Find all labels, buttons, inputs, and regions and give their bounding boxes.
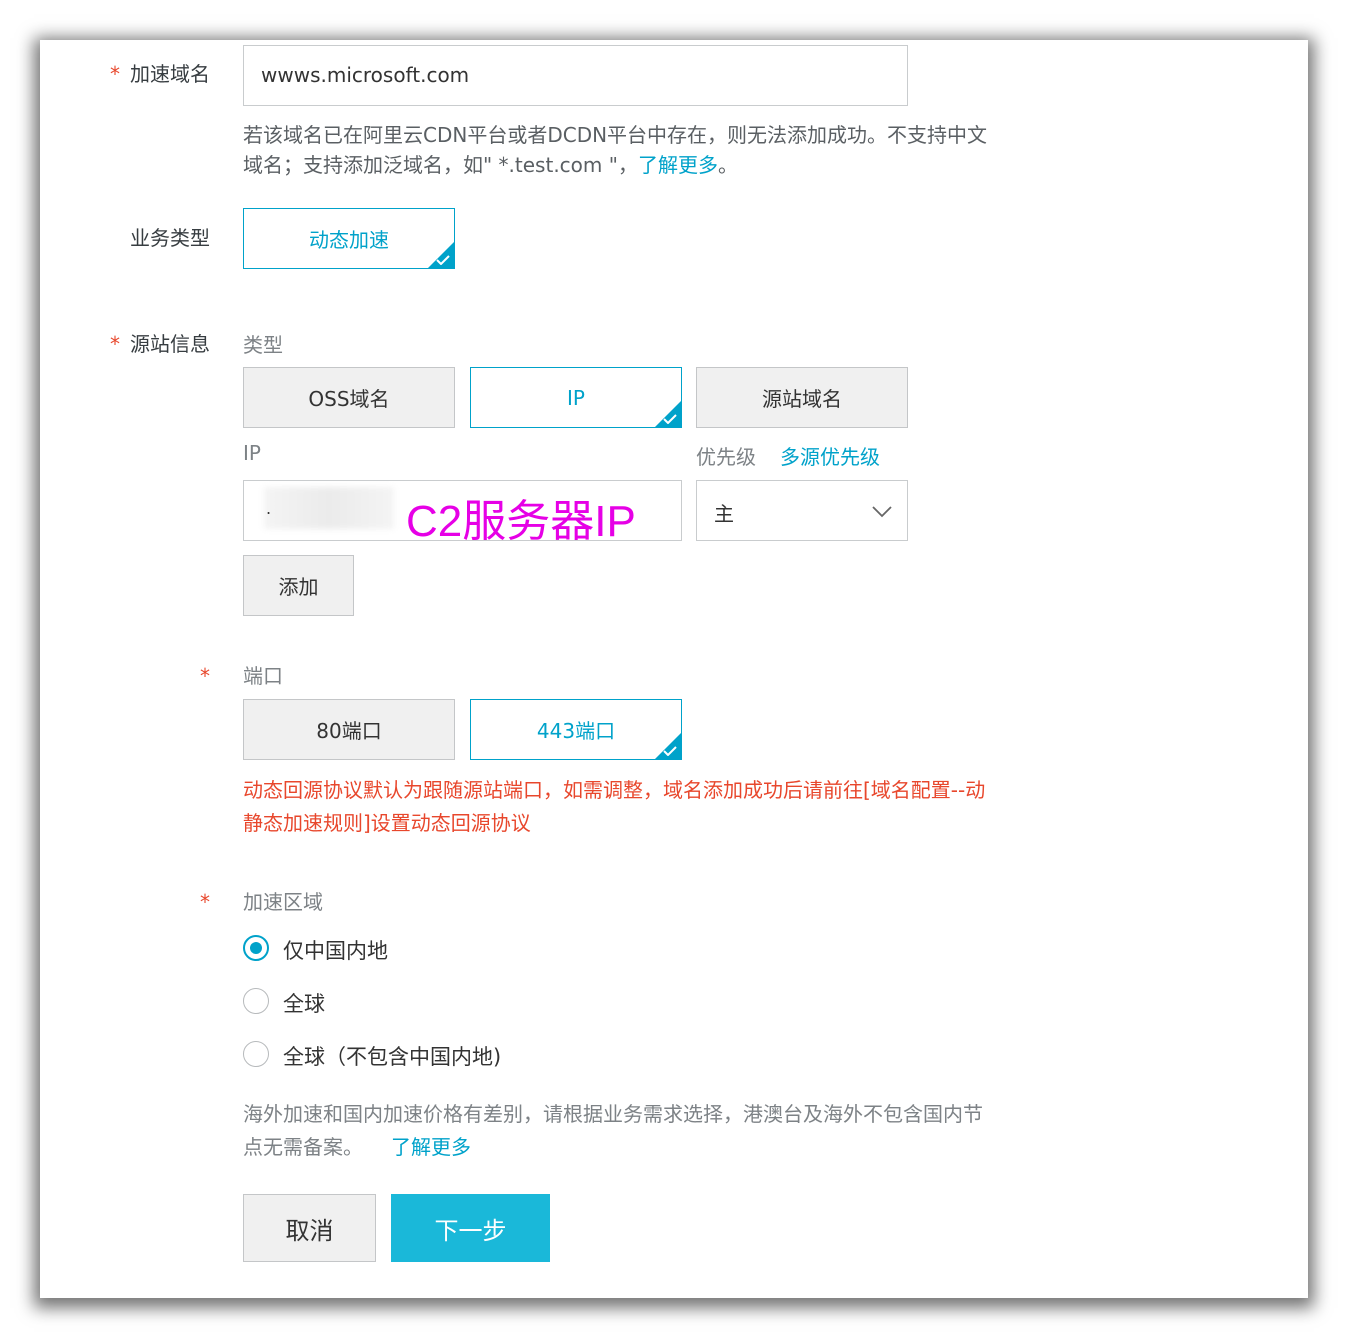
origin-type-label: 类型 xyxy=(243,333,283,357)
c2-annotation: C2服务器IP xyxy=(406,497,636,546)
ip-label: IP xyxy=(243,441,261,465)
business-type-option-label: 动态加速 xyxy=(309,228,389,252)
check-icon xyxy=(663,414,677,424)
multi-origin-priority-link[interactable]: 多源优先级 xyxy=(780,441,880,470)
port-80-label: 80端口 xyxy=(316,719,382,743)
domain-input[interactable]: wwws.microsoft.com xyxy=(243,45,908,106)
region-help-text: 点无需备案。 xyxy=(243,1135,363,1159)
region-label: 加速区域 xyxy=(243,890,323,914)
region-help-line2: 点无需备案。 了解更多 xyxy=(243,1131,1103,1164)
domain-help-line1: 若该域名已在阿里云CDN平台或者DCDN平台中存在，则无法添加成功。不支持中文 xyxy=(243,123,988,147)
domain-help-suffix: 。 xyxy=(717,153,738,177)
priority-label: 优先级 xyxy=(696,445,756,469)
required-mark: * xyxy=(110,62,120,86)
domain-help-text: 域名；支持添加泛域名，如" *.test.com "， xyxy=(243,153,638,177)
ip-input[interactable]: . C2服务器IP xyxy=(243,480,682,546)
radio-china-mainland-label: 仅中国内地 xyxy=(283,939,388,963)
radio-global-excluding-china[interactable] xyxy=(243,1041,269,1067)
cancel-button[interactable]: 取消 xyxy=(243,1194,376,1262)
priority-select[interactable]: 主 xyxy=(696,480,908,541)
business-type-dynamic[interactable]: 动态加速 xyxy=(243,208,455,269)
origin-type-ip-label: IP xyxy=(567,385,585,410)
port-warning-line2: 静态加速规则]设置动态回源协议 xyxy=(243,811,531,835)
business-type-label: 业务类型 xyxy=(130,226,210,250)
required-mark: * xyxy=(110,332,120,356)
add-origin-button[interactable]: 添加 xyxy=(243,555,354,616)
origin-type-domain[interactable]: 源站域名 xyxy=(696,367,908,428)
port-443-label: 443端口 xyxy=(536,719,616,743)
next-step-button-label: 下一步 xyxy=(434,1216,507,1245)
port-label: 端口 xyxy=(243,664,283,688)
add-button-label: 添加 xyxy=(278,575,319,599)
port-443[interactable]: 443端口 xyxy=(470,699,682,760)
required-mark: * xyxy=(200,890,210,914)
learn-more-link[interactable]: 了解更多 xyxy=(638,153,718,177)
origin-type-domain-label: 源站域名 xyxy=(762,387,842,411)
redacted-ip xyxy=(264,487,394,529)
origin-type-ip[interactable]: IP xyxy=(470,367,682,428)
port-warning: 动态回源协议默认为跟随源站端口，如需调整，域名添加成功后请前往[域名配置--动 … xyxy=(243,774,1103,840)
domain-help: 若该域名已在阿里云CDN平台或者DCDN平台中存在，则无法添加成功。不支持中文 … xyxy=(243,120,1103,180)
domain-label: 加速域名 xyxy=(130,62,210,86)
region-learn-more-link[interactable]: 了解更多 xyxy=(391,1135,471,1159)
form-panel: * 加速域名 wwws.microsoft.com 若该域名已在阿里云CDN平台… xyxy=(40,40,1308,1298)
radio-global-label: 全球 xyxy=(283,992,325,1016)
radio-global-excluding-china-label: 全球（不包含中国内地) xyxy=(283,1045,502,1069)
radio-global[interactable] xyxy=(243,988,269,1014)
cancel-button-label: 取消 xyxy=(285,1216,334,1245)
ip-value: . xyxy=(266,499,272,518)
origin-label: 源站信息 xyxy=(130,332,210,356)
priority-value: 主 xyxy=(714,502,734,526)
origin-type-oss[interactable]: OSS域名 xyxy=(243,367,455,428)
region-help-line1: 海外加速和国内加速价格有差别，请根据业务需求选择，港澳台及海外不包含国内节 xyxy=(243,1102,983,1126)
next-step-button[interactable]: 下一步 xyxy=(391,1194,550,1262)
required-mark: * xyxy=(200,664,210,688)
check-icon xyxy=(663,746,677,756)
origin-type-oss-label: OSS域名 xyxy=(308,387,390,411)
region-help: 海外加速和国内加速价格有差别，请根据业务需求选择，港澳台及海外不包含国内节 点无… xyxy=(243,1098,1103,1164)
check-icon xyxy=(436,255,450,265)
port-warning-line1: 动态回源协议默认为跟随源站端口，如需调整，域名添加成功后请前往[域名配置--动 xyxy=(243,778,986,802)
domain-help-line2: 域名；支持添加泛域名，如" *.test.com "，了解更多。 xyxy=(243,150,1103,180)
radio-china-mainland[interactable] xyxy=(243,935,269,961)
port-80[interactable]: 80端口 xyxy=(243,699,455,760)
chevron-down-icon xyxy=(872,506,892,518)
